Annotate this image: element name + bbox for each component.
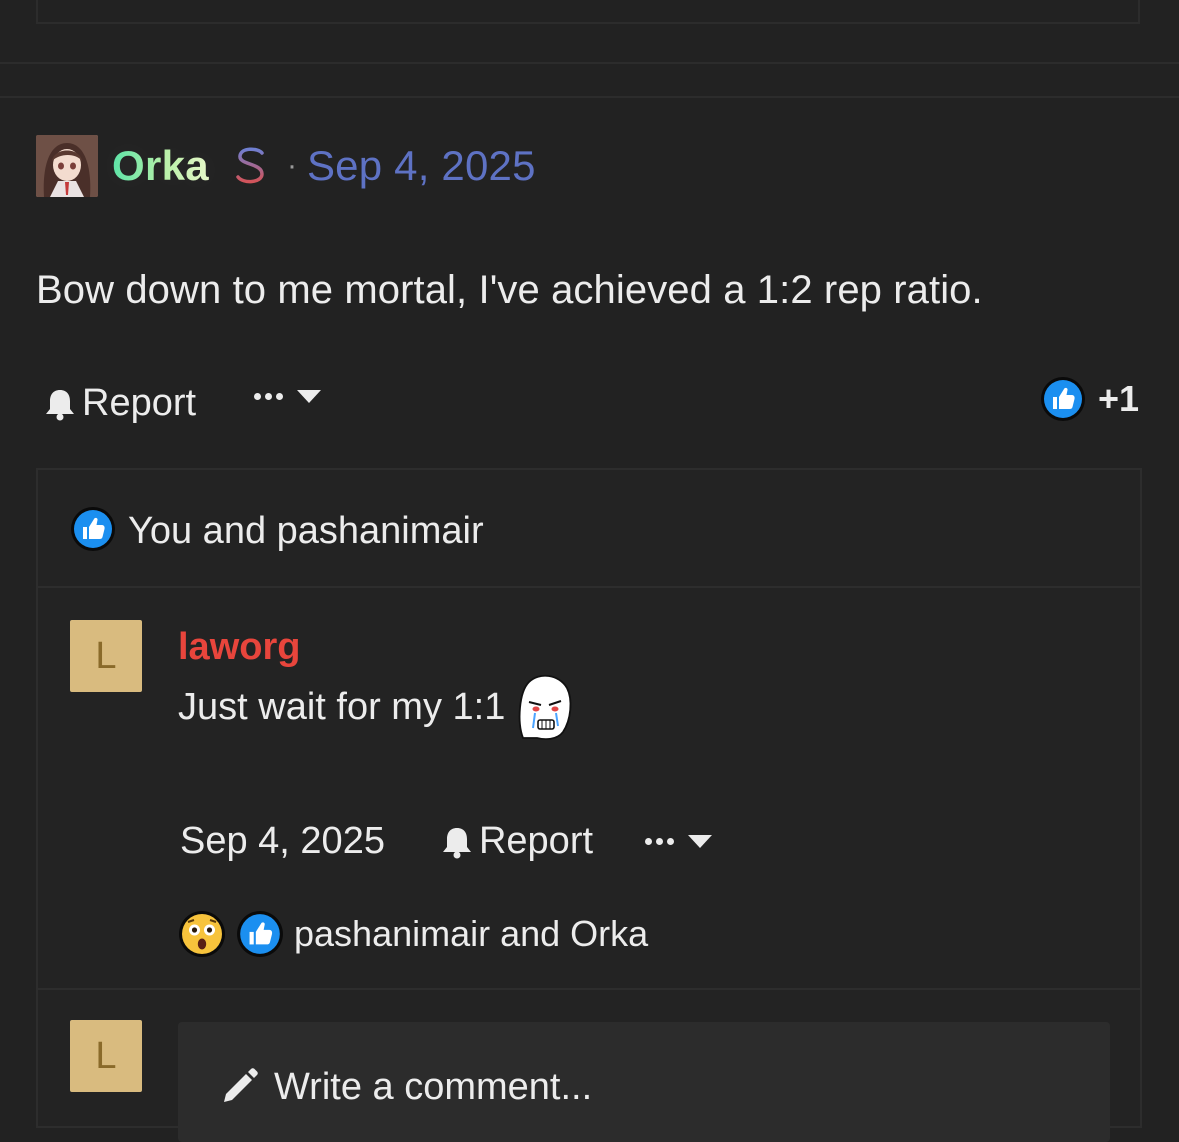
more-options-button[interactable]	[254, 390, 321, 403]
reactions-summary-bar[interactable]: You and pashanimair	[38, 470, 1140, 588]
comment-text: Just wait for my 1:1	[178, 685, 506, 728]
divider	[0, 62, 1179, 64]
comment-composer: L Write a comment...	[38, 990, 1140, 1142]
dollar-icon	[231, 140, 271, 192]
bell-icon	[44, 387, 76, 421]
avatar[interactable]: L	[70, 620, 142, 692]
write-comment-placeholder: Write a comment...	[274, 1066, 593, 1108]
reaction-score[interactable]: +1	[1040, 376, 1139, 422]
comment-reactions-summary[interactable]: pashanimair and Orka	[178, 910, 648, 958]
comment-reactions-text: pashanimair and Orka	[294, 913, 649, 954]
comment-item: L laworg Just wait for my 1:1 Sep 4, 202…	[38, 588, 1140, 990]
comment-body: Just wait for my 1:1	[178, 672, 573, 742]
comment-author-name[interactable]: laworg	[178, 626, 300, 669]
report-label: Report	[82, 382, 197, 424]
more-dots-icon	[645, 838, 675, 845]
like-icon	[1040, 376, 1086, 422]
avatar[interactable]	[36, 135, 98, 197]
post-body: Bow down to me mortal, I've achieved a 1…	[36, 268, 983, 312]
bell-icon	[441, 825, 473, 859]
pencil-icon	[218, 1066, 260, 1108]
post-author-name[interactable]: Orka	[112, 142, 209, 190]
divider	[0, 96, 1179, 98]
post-date-link[interactable]: Sep 4, 2025	[307, 142, 536, 190]
like-icon	[236, 910, 284, 958]
wojak-emoji-icon	[515, 672, 573, 742]
write-comment-input[interactable]: Write a comment...	[178, 1022, 1110, 1142]
previous-post-container	[36, 0, 1140, 24]
reactions-summary-text: You and pashanimair	[128, 510, 484, 552]
report-button[interactable]: Report	[44, 382, 196, 425]
caret-down-icon	[297, 390, 321, 403]
more-dots-icon	[254, 393, 283, 400]
comment-meta: Sep 4, 2025 Report	[180, 820, 713, 863]
report-label: Report	[478, 820, 594, 862]
reaction-score-value: +1	[1097, 378, 1139, 419]
separator-dot: ·	[286, 149, 297, 182]
comment-date-link[interactable]: Sep 4, 2025	[180, 820, 385, 863]
comment-report-button[interactable]: Report	[441, 820, 593, 863]
post-action-row: Report +1	[36, 376, 1139, 432]
like-icon	[70, 506, 116, 552]
comments-section: You and pashanimair L laworg Just wait f…	[36, 468, 1142, 1142]
shocked-emoji-icon	[178, 910, 226, 958]
comment-more-options-button[interactable]	[645, 835, 713, 848]
post-header: Orka · Sep 4, 2025	[36, 134, 536, 198]
caret-down-icon	[688, 835, 713, 848]
avatar[interactable]: L	[70, 1020, 142, 1092]
